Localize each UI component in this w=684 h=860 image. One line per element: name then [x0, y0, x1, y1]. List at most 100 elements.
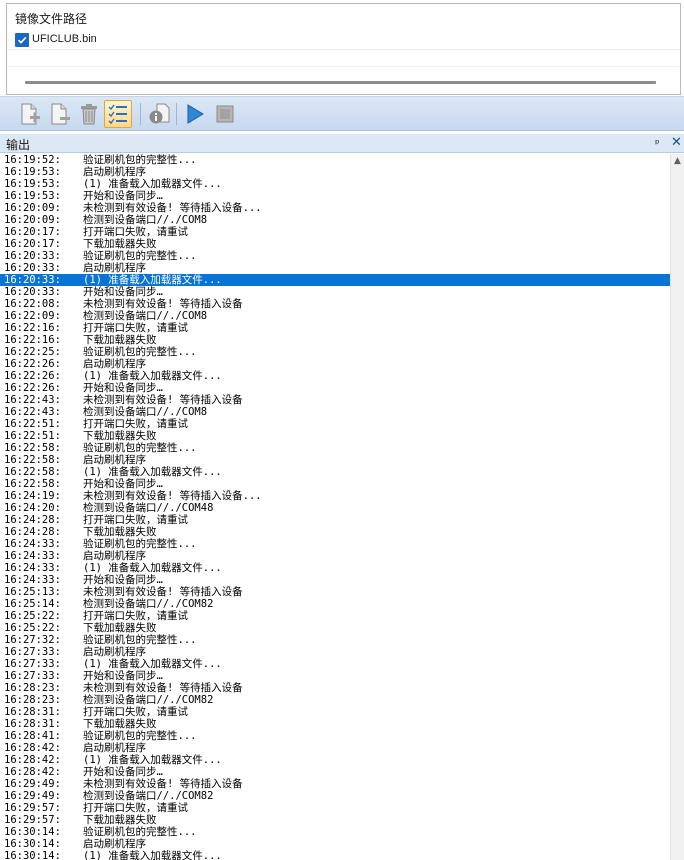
- log-row[interactable]: 16:29:49: 检测到设备端口//./COM82: [0, 790, 670, 802]
- log-row[interactable]: 16:19:53: (1) 准备载入加载器文件...: [0, 178, 670, 190]
- log-row[interactable]: 16:22:43: 未检测到有效设备! 等待插入设备: [0, 394, 670, 406]
- output-log[interactable]: 16:19:52: 验证刷机包的完整性... 16:19:53: 启动刷机程序 16:1…: [0, 154, 684, 860]
- log-message: 下载加载器失败: [83, 238, 157, 250]
- log-timestamp: 16:20:17:: [4, 238, 61, 250]
- log-row[interactable]: 16:29:57: 下载加载器失败: [0, 814, 670, 826]
- add-file-button[interactable]: [15, 100, 43, 128]
- log-row[interactable]: 16:27:33: 启动刷机程序: [0, 646, 670, 658]
- log-row[interactable]: 16:27:33: 开始和设备同步…: [0, 670, 670, 682]
- log-row[interactable]: 16:24:33: 启动刷机程序: [0, 550, 670, 562]
- log-timestamp: 16:20:33:: [4, 274, 61, 286]
- file-name: UFICLUB.bin: [32, 33, 97, 45]
- file-list-item[interactable]: UFICLUB.bin: [8, 31, 679, 50]
- close-icon[interactable]: ✕: [671, 135, 682, 150]
- log-row[interactable]: 16:25:22: 下载加载器失败: [0, 622, 670, 634]
- log-row[interactable]: 16:28:31: 下载加载器失败: [0, 718, 670, 730]
- log-row[interactable]: 16:20:09: 检测到设备端口//./COM8: [0, 214, 670, 226]
- log-message: 打开端口失败，请重试: [83, 802, 188, 814]
- log-row[interactable]: 16:20:33: 开始和设备同步…: [0, 286, 670, 298]
- log-row[interactable]: 16:22:09: 检测到设备端口//./COM8: [0, 310, 670, 322]
- log-timestamp: 16:28:23:: [4, 682, 61, 694]
- log-row[interactable]: 16:28:31: 打开端口失败，请重试: [0, 706, 670, 718]
- log-row[interactable]: 16:24:33: (1) 准备载入加载器文件...: [0, 562, 670, 574]
- log-row[interactable]: 16:24:33: 开始和设备同步…: [0, 574, 670, 586]
- log-row[interactable]: 16:28:42: (1) 准备载入加载器文件...: [0, 754, 670, 766]
- pin-icon[interactable]: ᵖ: [655, 137, 660, 150]
- vertical-scrollbar[interactable]: ▲: [670, 154, 684, 860]
- grid-line: [8, 66, 679, 67]
- log-row[interactable]: 16:25:22: 打开端口失败，请重试: [0, 610, 670, 622]
- log-row[interactable]: 16:22:26: 开始和设备同步…: [0, 382, 670, 394]
- log-row[interactable]: 16:25:13: 未检测到有效设备! 等待插入设备: [0, 586, 670, 598]
- log-row[interactable]: 16:24:28: 打开端口失败，请重试: [0, 514, 670, 526]
- log-row[interactable]: 16:25:14: 检测到设备端口//./COM82: [0, 598, 670, 610]
- log-timestamp: 16:22:25:: [4, 346, 61, 358]
- log-row[interactable]: 16:30:14: 启动刷机程序: [0, 838, 670, 850]
- log-row[interactable]: 16:20:33: (1) 准备载入加载器文件...: [0, 274, 670, 286]
- log-row[interactable]: 16:29:49: 未检测到有效设备! 等待插入设备: [0, 778, 670, 790]
- log-row[interactable]: 16:22:16: 打开端口失败，请重试: [0, 322, 670, 334]
- remove-file-button[interactable]: [45, 100, 73, 128]
- log-message: 未检测到有效设备! 等待插入设备: [83, 778, 243, 790]
- log-row[interactable]: 16:22:51: 打开端口失败，请重试: [0, 418, 670, 430]
- scroll-up-icon[interactable]: ▲: [671, 154, 684, 168]
- log-message: 打开端口失败，请重试: [83, 226, 188, 238]
- log-timestamp: 16:20:33:: [4, 250, 61, 262]
- log-row[interactable]: 16:28:42: 启动刷机程序: [0, 742, 670, 754]
- log-row[interactable]: 16:28:23: 检测到设备端口//./COM82: [0, 694, 670, 706]
- file-path-header: 镜像文件路径: [15, 12, 88, 26]
- log-row[interactable]: 16:27:32: 验证刷机包的完整性...: [0, 634, 670, 646]
- log-message: 下载加载器失败: [83, 334, 157, 346]
- delete-button[interactable]: [75, 100, 103, 128]
- log-row[interactable]: 16:28:23: 未检测到有效设备! 等待插入设备: [0, 682, 670, 694]
- log-row[interactable]: 16:24:28: 下载加载器失败: [0, 526, 670, 538]
- log-row[interactable]: 16:20:09: 未检测到有效设备! 等待插入设备...: [0, 202, 670, 214]
- log-row[interactable]: 16:28:41: 验证刷机包的完整性...: [0, 730, 670, 742]
- log-row[interactable]: 16:28:42: 开始和设备同步…: [0, 766, 670, 778]
- log-row[interactable]: 16:24:19: 未检测到有效设备! 等待插入设备...: [0, 490, 670, 502]
- log-row[interactable]: 16:20:33: 验证刷机包的完整性...: [0, 250, 670, 262]
- log-timestamp: 16:22:26:: [4, 382, 61, 394]
- log-row[interactable]: 16:22:25: 验证刷机包的完整性...: [0, 346, 670, 358]
- log-message: 打开端口失败，请重试: [83, 706, 188, 718]
- log-row[interactable]: 16:24:33: 验证刷机包的完整性...: [0, 538, 670, 550]
- log-timestamp: 16:29:49:: [4, 778, 61, 790]
- log-row[interactable]: 16:22:58: 启动刷机程序: [0, 454, 670, 466]
- log-row[interactable]: 16:29:57: 打开端口失败，请重试: [0, 802, 670, 814]
- log-row[interactable]: 16:24:20: 检测到设备端口//./COM48: [0, 502, 670, 514]
- log-message: 检测到设备端口//./COM48: [83, 502, 214, 514]
- log-row[interactable]: 16:22:26: 启动刷机程序: [0, 358, 670, 370]
- log-row[interactable]: 16:20:17: 打开端口失败，请重试: [0, 226, 670, 238]
- log-message: 下载加载器失败: [83, 718, 157, 730]
- log-message: 检测到设备端口//./COM82: [83, 694, 214, 706]
- log-timestamp: 16:28:31:: [4, 706, 61, 718]
- log-row[interactable]: 16:22:51: 下载加载器失败: [0, 430, 670, 442]
- log-row[interactable]: 16:22:26: (1) 准备载入加载器文件...: [0, 370, 670, 382]
- log-row[interactable]: 16:20:33: 启动刷机程序: [0, 262, 670, 274]
- log-row[interactable]: 16:22:43: 检测到设备端口//./COM8: [0, 406, 670, 418]
- log-row[interactable]: 16:27:33: (1) 准备载入加载器文件...: [0, 658, 670, 670]
- checklist-button[interactable]: [104, 100, 132, 128]
- log-row[interactable]: 16:30:14: 验证刷机包的完整性...: [0, 826, 670, 838]
- stop-button[interactable]: [211, 100, 239, 128]
- log-row[interactable]: 16:20:17: 下载加载器失败: [0, 238, 670, 250]
- log-timestamp: 16:28:42:: [4, 754, 61, 766]
- log-row[interactable]: 16:22:58: (1) 准备载入加载器文件...: [0, 466, 670, 478]
- log-row[interactable]: 16:22:08: 未检测到有效设备! 等待插入设备: [0, 298, 670, 310]
- log-timestamp: 16:29:57:: [4, 814, 61, 826]
- log-timestamp: 16:22:58:: [4, 442, 61, 454]
- log-message: 开始和设备同步…: [83, 190, 163, 202]
- info-button[interactable]: [145, 100, 173, 128]
- log-row[interactable]: 16:22:16: 下载加载器失败: [0, 334, 670, 346]
- log-row[interactable]: 16:30:14: (1) 准备载入加载器文件...: [0, 850, 670, 860]
- image-file-panel: 镜像文件路径 UFICLUB.bin: [6, 3, 681, 95]
- log-row[interactable]: 16:19:53: 启动刷机程序: [0, 166, 670, 178]
- start-button[interactable]: [181, 100, 209, 128]
- log-row[interactable]: 16:19:53: 开始和设备同步…: [0, 190, 670, 202]
- horizontal-scrollbar[interactable]: [25, 81, 656, 84]
- log-row[interactable]: 16:22:58: 开始和设备同步…: [0, 478, 670, 490]
- log-row[interactable]: 16:22:58: 验证刷机包的完整性...: [0, 442, 670, 454]
- log-row[interactable]: 16:19:52: 验证刷机包的完整性...: [0, 154, 670, 166]
- log-message: 开始和设备同步…: [83, 670, 163, 682]
- file-checkbox[interactable]: [15, 33, 29, 47]
